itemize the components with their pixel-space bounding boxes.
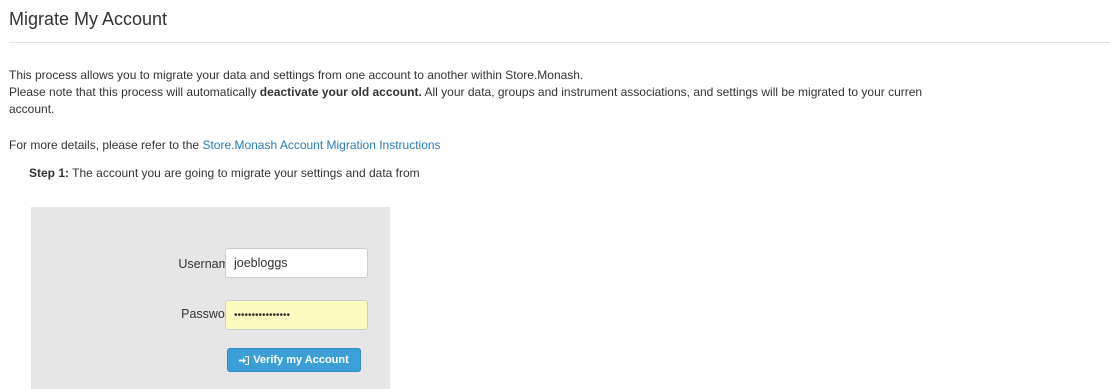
username-field[interactable]	[225, 248, 368, 278]
intro-line-1: This process allows you to migrate your …	[9, 68, 584, 82]
deactivate-warning: deactivate your old account.	[259, 85, 422, 99]
intro-line-2-end: All your data, groups and instrument ass…	[421, 85, 923, 99]
step-text: The account you are going to migrate you…	[69, 166, 420, 180]
intro-text: This process allows you to migrate your …	[9, 67, 1110, 118]
username-label: Username	[178, 257, 236, 271]
intro-line-2-start: Please note that this process will autom…	[9, 85, 260, 99]
password-field[interactable]	[225, 300, 368, 330]
password-label: Password	[181, 307, 236, 321]
verify-account-button[interactable]: Verify my Account	[227, 348, 361, 372]
verify-account-label: Verify my Account	[253, 354, 349, 366]
page-title: Migrate My Account	[9, 9, 168, 29]
verify-account-panel: Username Password Verify my Account	[31, 207, 390, 389]
intro-line-3: account.	[9, 102, 55, 116]
step-label: Step 1:	[29, 166, 70, 180]
sign-in-icon	[239, 355, 250, 365]
migration-instructions-link[interactable]: Store.Monash Account Migration Instructi…	[202, 138, 440, 152]
step-1-instructions: Step 1: The account you are going to mig…	[29, 166, 420, 180]
title-divider	[9, 42, 1110, 43]
details-prefix: For more details, please refer to the	[9, 138, 203, 152]
intro-line-2: Please note that this process will autom…	[9, 84, 1110, 101]
details-text: For more details, please refer to the St…	[9, 138, 441, 152]
